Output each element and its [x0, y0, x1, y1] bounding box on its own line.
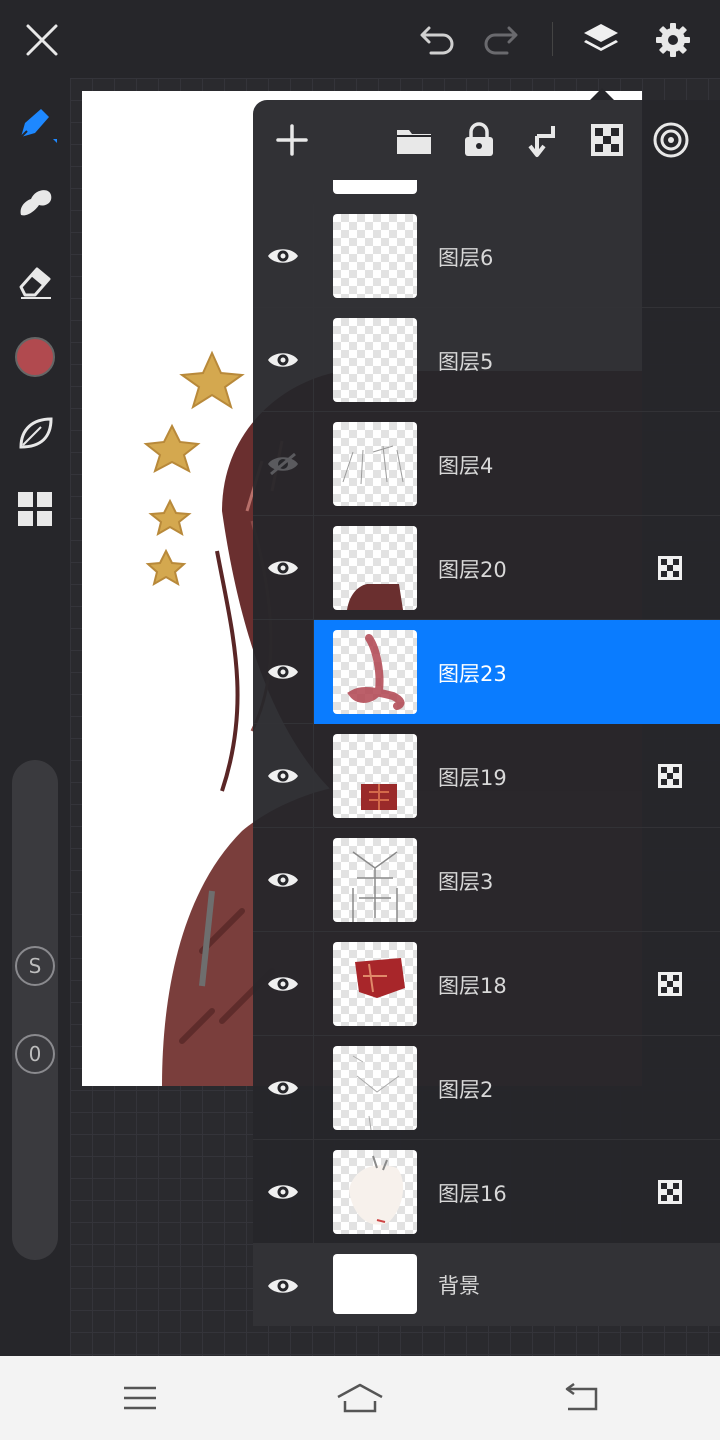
layer-name: 图层20 [438, 558, 507, 582]
layer-row[interactable]: 图层4 [253, 412, 720, 516]
layer-name: 图层19 [438, 766, 507, 790]
clipping-mask-icon [658, 556, 682, 580]
lock-icon[interactable] [457, 118, 501, 162]
partial-layer-thumbnail [333, 180, 417, 194]
menu-icon[interactable] [110, 1376, 170, 1420]
layer-row-background[interactable]: 背景 [253, 1244, 720, 1326]
layer-row[interactable]: 图层3 [253, 828, 720, 932]
visibility-eye-icon[interactable] [261, 860, 305, 900]
smoothing-button[interactable]: S [15, 946, 55, 986]
layer-name: 图层5 [438, 350, 494, 374]
layer-thumbnail [333, 942, 417, 1026]
divider [313, 932, 314, 1036]
layers-panel-header [253, 100, 720, 180]
layer-row-selected[interactable]: 图层23 [253, 620, 720, 724]
layer-thumbnail [333, 422, 417, 506]
background-thumbnail [333, 1254, 417, 1314]
redo-icon[interactable] [478, 18, 524, 62]
visibility-eye-icon[interactable] [261, 340, 305, 380]
size-opacity-slider[interactable]: S 0 [12, 760, 58, 1260]
clipping-mask-icon [658, 972, 682, 996]
divider [552, 22, 553, 56]
merge-down-icon[interactable] [521, 118, 565, 162]
top-bar [0, 0, 720, 78]
brush-icon[interactable] [10, 100, 60, 150]
leaf-icon[interactable] [10, 408, 60, 458]
visibility-eye-icon[interactable] [261, 1068, 305, 1108]
visibility-eye-icon[interactable] [261, 964, 305, 1004]
layer-row[interactable]: 图层6 [253, 204, 720, 308]
visibility-eye-icon[interactable] [261, 1266, 305, 1306]
clipping-mask-icon [658, 764, 682, 788]
layers-panel: 图层6 图层5 图层4 图层20 图层23 图层19 图层3 图层18 图层2 … [253, 100, 720, 1326]
add-layer-icon[interactable] [270, 118, 314, 162]
layer-name: 图层6 [438, 246, 494, 270]
undo-icon[interactable] [414, 18, 460, 62]
color-swatch[interactable] [10, 332, 60, 382]
layer-row[interactable]: 图层20 [253, 516, 720, 620]
visibility-eye-icon[interactable] [261, 548, 305, 588]
layer-thumbnail [333, 214, 417, 298]
current-color [15, 337, 55, 377]
gear-icon[interactable] [650, 16, 696, 64]
smudge-icon[interactable] [10, 178, 60, 228]
layer-name: 图层23 [438, 662, 507, 686]
layer-thumbnail [333, 318, 417, 402]
layer-name: 图层4 [438, 454, 494, 478]
layer-thumbnail [333, 630, 417, 714]
divider [313, 412, 314, 516]
visibility-eye-icon[interactable] [261, 1172, 305, 1212]
folder-icon[interactable] [392, 118, 436, 162]
layers-icon[interactable] [578, 16, 624, 64]
blend-mode-icon[interactable] [649, 118, 693, 162]
back-icon[interactable] [550, 1376, 610, 1420]
layer-row[interactable]: 图层2 [253, 1036, 720, 1140]
divider [313, 1140, 314, 1244]
panel-pointer [590, 88, 614, 100]
layer-thumbnail [333, 526, 417, 610]
divider [313, 1036, 314, 1140]
system-nav-bar [0, 1356, 720, 1440]
divider [313, 828, 314, 932]
grid-icon[interactable] [10, 484, 60, 534]
visibility-eye-icon[interactable] [261, 236, 305, 276]
close-icon[interactable] [20, 18, 64, 62]
eraser-icon[interactable] [10, 256, 60, 306]
layer-row[interactable]: 图层18 [253, 932, 720, 1036]
layer-thumbnail [333, 734, 417, 818]
opacity-button[interactable]: 0 [15, 1034, 55, 1074]
visibility-eye-icon[interactable] [261, 756, 305, 796]
divider [313, 204, 314, 308]
layer-name: 图层16 [438, 1182, 507, 1206]
divider [313, 308, 314, 412]
visibility-hidden-icon[interactable] [261, 444, 305, 484]
layer-name: 背景 [438, 1274, 480, 1298]
divider [313, 724, 314, 828]
divider [313, 620, 314, 724]
tool-sidebar: S 0 [0, 78, 70, 1356]
visibility-eye-icon[interactable] [261, 652, 305, 692]
layer-name: 图层3 [438, 870, 494, 894]
clipping-mask-icon [658, 1180, 682, 1204]
home-icon[interactable] [330, 1376, 390, 1420]
layer-thumbnail [333, 1046, 417, 1130]
layer-row[interactable]: 图层16 [253, 1140, 720, 1244]
layer-row[interactable]: 图层5 [253, 308, 720, 412]
layer-thumbnail [333, 1150, 417, 1234]
clipping-mask-icon[interactable] [585, 118, 629, 162]
layer-name: 图层2 [438, 1078, 494, 1102]
divider [313, 516, 314, 620]
layer-row[interactable]: 图层19 [253, 724, 720, 828]
layer-thumbnail [333, 838, 417, 922]
layer-name: 图层18 [438, 974, 507, 998]
